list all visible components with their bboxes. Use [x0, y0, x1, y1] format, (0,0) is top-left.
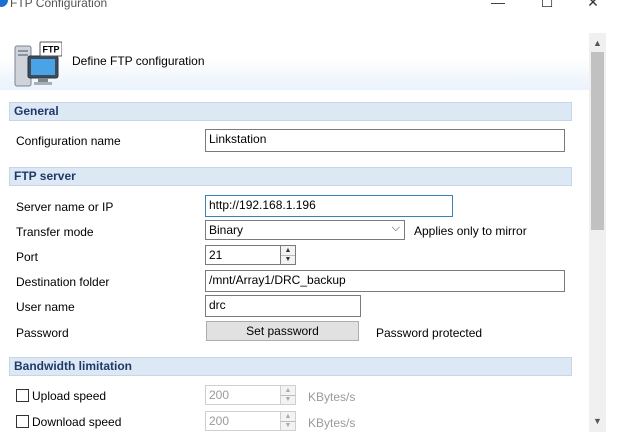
spinner-down-icon[interactable]: ▼	[281, 255, 295, 264]
section-bandwidth: Bandwidth limitation	[9, 357, 572, 376]
port-spinner[interactable]: ▲ ▼	[280, 245, 296, 265]
app-icon	[0, 0, 8, 7]
port-input[interactable]: 21	[205, 245, 281, 265]
transfer-mode-note: Applies only to mirror	[414, 224, 527, 238]
upload-speed-unit: KBytes/s	[308, 390, 356, 404]
scroll-up-arrow-icon[interactable]: ▲	[589, 35, 606, 52]
section-ftp-server-title: FTP server	[14, 169, 76, 183]
header-title: Define FTP configuration	[72, 54, 205, 68]
username-input[interactable]: drc	[205, 295, 361, 317]
server-label: Server name or IP	[16, 200, 114, 214]
destination-label: Destination folder	[16, 275, 110, 289]
ftp-computer-icon: FTP	[14, 41, 62, 87]
scrollbar-thumb[interactable]	[591, 52, 604, 230]
config-name-input[interactable]: Linkstation	[205, 129, 565, 152]
set-password-button[interactable]: Set password	[206, 321, 359, 341]
download-speed-spinner[interactable]: ▲ ▼	[280, 411, 296, 431]
transfer-mode-label: Transfer mode	[16, 225, 94, 239]
password-status: Password protected	[376, 326, 483, 340]
section-general: General	[9, 102, 572, 121]
window-title: FTP Configuration	[10, 0, 108, 10]
section-bandwidth-title: Bandwidth limitation	[14, 359, 132, 373]
port-label: Port	[16, 250, 39, 264]
close-button[interactable]: ✕	[583, 0, 603, 10]
spinner-down-icon[interactable]: ▼	[281, 421, 295, 430]
destination-input[interactable]: /mnt/Array1/DRC_backup	[205, 270, 565, 292]
password-label: Password	[16, 326, 69, 340]
download-speed-label: Download speed	[32, 415, 122, 429]
server-input[interactable]: http://192.168.1.196	[205, 195, 453, 217]
download-speed-unit: KBytes/s	[308, 416, 356, 430]
scroll-down-arrow-icon[interactable]: ▼	[589, 413, 606, 430]
title-bar: FTP Configuration — ☐ ✕	[0, 0, 619, 14]
minimize-button[interactable]: —	[488, 0, 508, 10]
upload-speed-input[interactable]: 200	[205, 385, 281, 405]
download-speed-input[interactable]: 200	[205, 411, 281, 431]
chevron-down-icon: ⌵	[391, 222, 400, 234]
config-name-label: Configuration name	[16, 134, 121, 148]
maximize-button[interactable]: ☐	[537, 0, 557, 10]
upload-speed-spinner[interactable]: ▲ ▼	[280, 385, 296, 405]
username-label: User name	[16, 300, 75, 314]
transfer-mode-value: Binary	[209, 223, 244, 237]
upload-speed-checkbox[interactable]	[16, 389, 29, 402]
download-speed-checkbox[interactable]	[16, 415, 29, 428]
transfer-mode-select[interactable]: Binary ⌵	[205, 220, 405, 240]
upload-speed-label: Upload speed	[32, 389, 107, 403]
spinner-down-icon[interactable]: ▼	[281, 395, 295, 404]
section-ftp-server: FTP server	[9, 167, 572, 186]
ftp-icon-label: FTP	[43, 45, 60, 55]
section-general-title: General	[14, 104, 59, 118]
